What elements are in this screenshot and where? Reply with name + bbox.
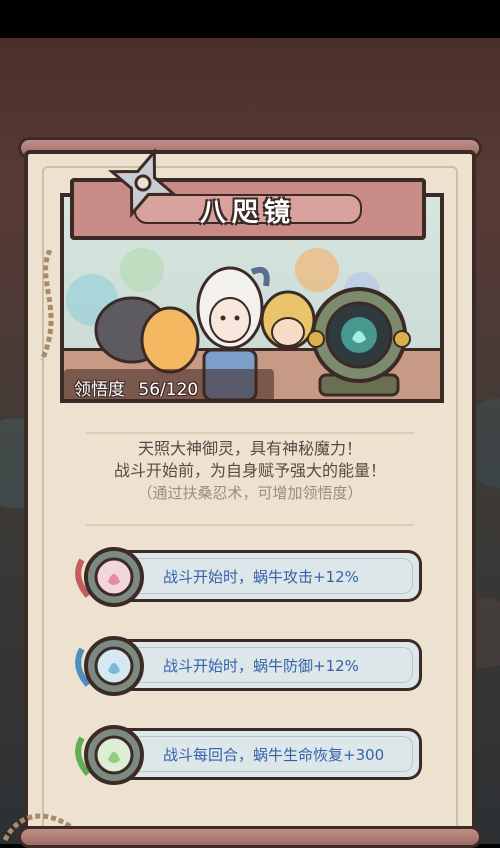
blue-gem-icon	[75, 636, 144, 696]
perk-defense: 战斗开始时，蜗牛防御+12%	[72, 635, 422, 696]
shuriken-icon	[108, 148, 178, 218]
perk-text: 战斗开始时，蜗牛攻击+12%	[163, 568, 359, 586]
description-hint: （通过扶桑忍术，可增加领悟度）	[137, 484, 363, 502]
description-line-2: 战斗开始前，为自身赋予强大的能量！	[113, 461, 386, 480]
perk-attack: 战斗开始时，蜗牛攻击+12%	[72, 546, 422, 607]
perk-bar: 战斗开始时，蜗牛攻击+12%	[120, 550, 422, 602]
green-gem-icon	[75, 725, 144, 785]
mirror-artifact-icon	[307, 287, 411, 397]
understanding-level: 领悟度 56/120	[74, 375, 198, 400]
description-divider-bottom	[86, 524, 414, 526]
description-divider-top	[86, 432, 414, 434]
scroll-bottom-rod	[18, 826, 482, 848]
understanding-value: 56/120	[138, 380, 199, 400]
understanding-label: 领悟度	[74, 380, 125, 400]
perk-health-regen: 战斗每回合，蜗牛生命恢复+300	[72, 724, 422, 785]
artifact-description: 天照大神御灵，具有神秘魔力！ 战斗开始前，为自身赋予强大的能量！ （通过扶桑忍术…	[56, 438, 444, 524]
understanding-level-box: 领悟度 56/120	[64, 369, 274, 401]
perk-bar: 战斗每回合，蜗牛生命恢复+300	[120, 728, 422, 780]
perk-text: 战斗开始时，蜗牛防御+12%	[163, 657, 359, 675]
perk-bar: 战斗开始时，蜗牛防御+12%	[120, 639, 422, 691]
perk-text: 战斗每回合，蜗牛生命恢复+300	[163, 746, 385, 764]
top-status-bar	[0, 0, 500, 38]
description-line-1: 天照大神御灵，具有神秘魔力！	[137, 439, 362, 458]
pink-gem-icon	[75, 547, 144, 607]
